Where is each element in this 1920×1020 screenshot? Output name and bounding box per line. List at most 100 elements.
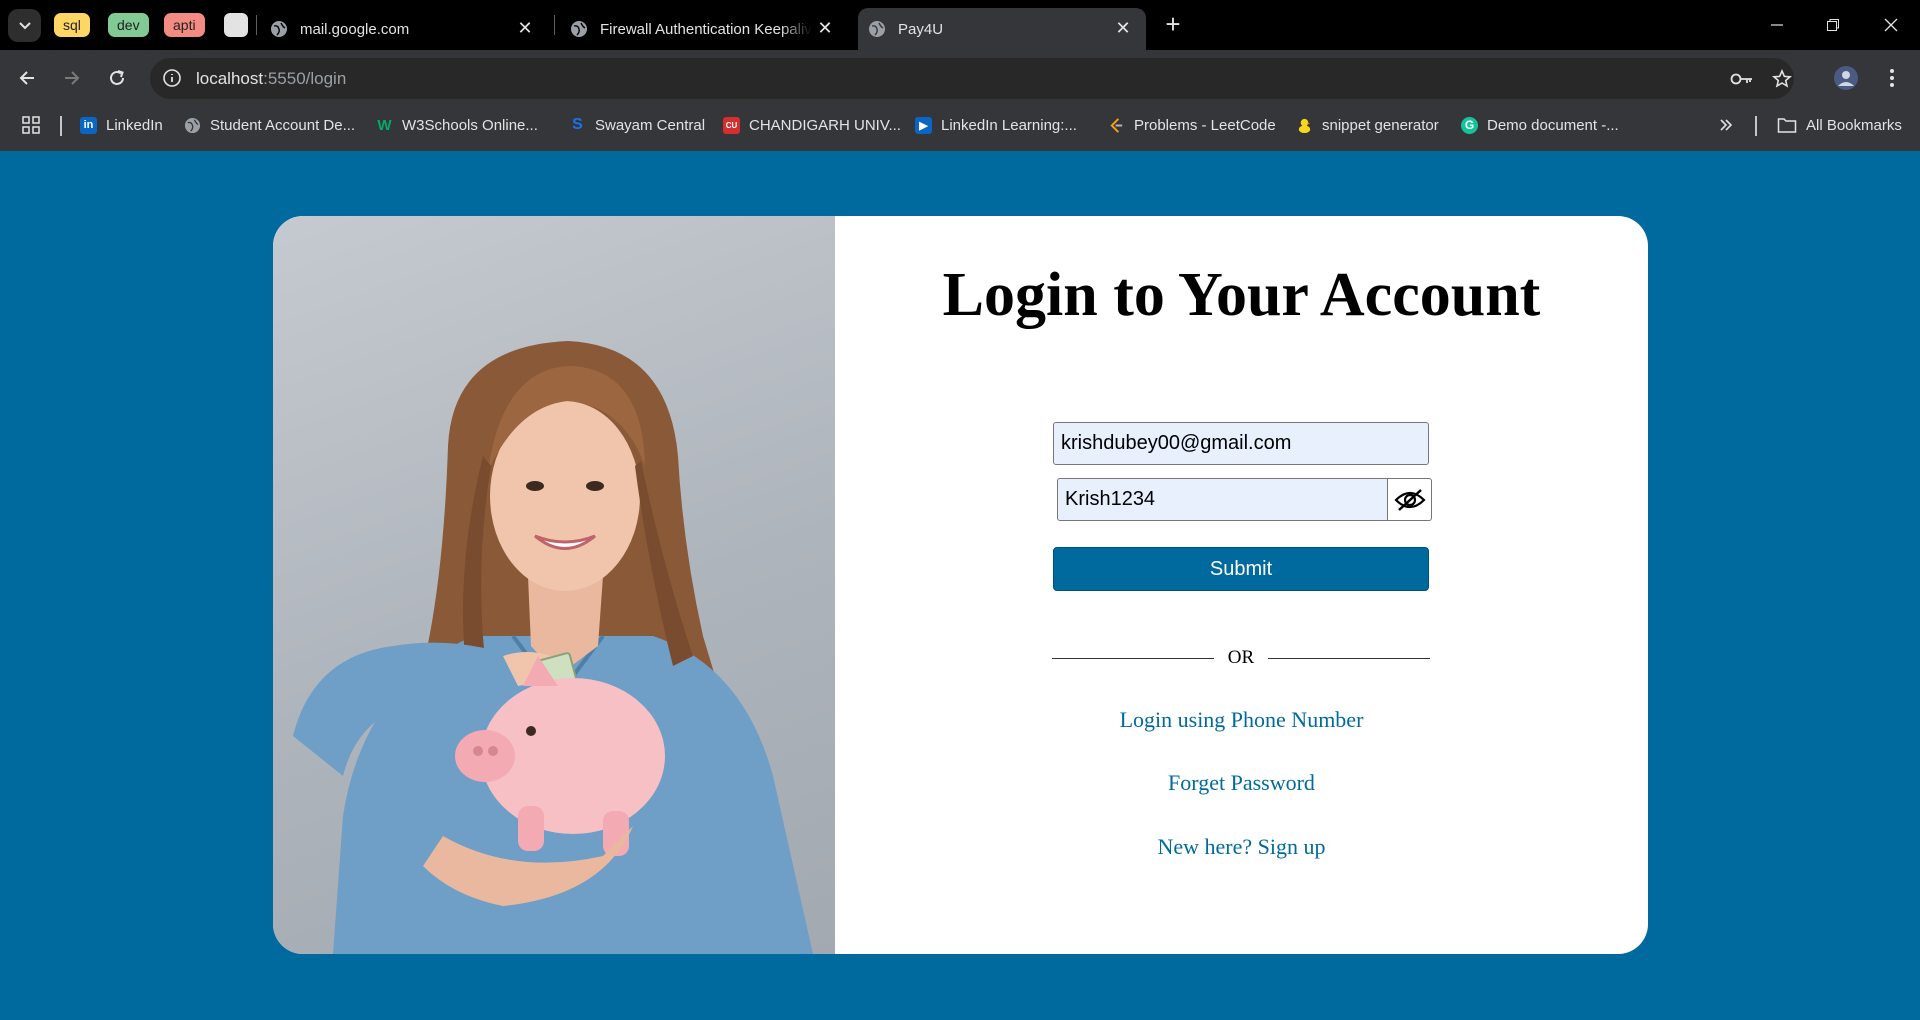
all-bookmarks-label: All Bookmarks (1806, 116, 1902, 134)
bookmark-star-button[interactable] (1770, 67, 1794, 91)
globe-icon (571, 21, 587, 37)
tab-pay4u[interactable]: Pay4U ✕ (858, 8, 1146, 50)
tab-divider (256, 15, 257, 35)
bookmark-label: LinkedIn Learning:... (941, 116, 1077, 134)
login-card: Login to Your Account krishdubey00@gmail… (273, 216, 1648, 954)
address-bar[interactable]: localhost:5550/login (150, 58, 1794, 99)
bookmark-student-account[interactable]: Student Account De... (184, 107, 355, 143)
apps-button[interactable] (21, 107, 41, 143)
tab-group-sql[interactable]: sql (54, 13, 90, 37)
tab-label: Pay4U (898, 20, 944, 38)
login-form-panel: Login to Your Account krishdubey00@gmail… (835, 216, 1648, 954)
tab-group-unnamed[interactable] (224, 13, 248, 37)
bookmark-swayam[interactable]: S Swayam Central (569, 107, 705, 143)
new-tab-button[interactable]: + (1160, 11, 1186, 38)
bookmark-label: W3Schools Online... (402, 116, 538, 134)
site-info-icon[interactable] (162, 68, 182, 88)
toggle-password-visibility-button[interactable] (1388, 478, 1432, 521)
bookmark-snippet-generator[interactable]: snippet generator (1296, 107, 1439, 143)
bookmark-label: Problems - LeetCode (1134, 116, 1276, 134)
globe-icon (271, 21, 287, 37)
w3schools-icon: W (377, 116, 392, 134)
bookmark-label: Student Account De... (210, 116, 356, 134)
url-text[interactable]: localhost:5550/login (196, 58, 346, 99)
reload-icon (110, 70, 124, 85)
browser-toolbar: localhost:5550/login (0, 50, 1920, 107)
tab-search-button[interactable] (8, 9, 41, 42)
profile-button[interactable] (1830, 62, 1862, 94)
tab-strip: sql dev apti mail.google.com ✕ Firewall … (0, 0, 1920, 50)
phone-login-link[interactable]: Login using Phone Number (835, 707, 1648, 733)
close-icon (1884, 18, 1898, 32)
or-divider: OR (1052, 646, 1430, 670)
swayam-icon: S (572, 116, 583, 133)
submit-button[interactable]: Submit (1053, 547, 1429, 591)
tab-firewall[interactable]: Firewall Authentication Keepalive ✕ (562, 8, 848, 50)
tab-group-apti[interactable]: apti (164, 13, 205, 37)
avatar (1834, 66, 1858, 90)
restore-button[interactable] (1818, 10, 1848, 40)
close-tab-icon[interactable]: ✕ (1114, 19, 1132, 37)
arrow-left-icon (19, 71, 34, 85)
tab-group-dev[interactable]: dev (108, 13, 149, 37)
bookmark-label: LinkedIn (106, 116, 163, 134)
minimize-button[interactable] (1762, 10, 1792, 40)
password-field[interactable]: Krish1234 (1057, 478, 1388, 521)
signup-row: New here? Sign up (835, 834, 1648, 860)
leetcode-icon (1110, 117, 1123, 133)
bookmark-divider (1755, 116, 1757, 136)
apps-grid-icon (22, 116, 40, 134)
globe-icon (869, 21, 885, 37)
tab-label: Firewall Authentication Keepalive (600, 20, 812, 38)
email-field[interactable]: krishdubey00@gmail.com (1053, 422, 1429, 465)
bookmark-chandigarh-univ[interactable]: CU CHANDIGARH UNIV... (723, 107, 901, 143)
star-icon (1772, 69, 1792, 88)
forget-password-link[interactable]: Forget Password (835, 770, 1648, 796)
linkedin-icon: in (80, 116, 97, 134)
forward-button[interactable] (56, 62, 88, 94)
tab-gmail[interactable]: mail.google.com ✕ (262, 8, 548, 50)
bookmark-label: CHANDIGARH UNIV... (749, 116, 901, 134)
bookmark-linkedin[interactable]: in LinkedIn (80, 107, 163, 143)
bookmark-label: Swayam Central (595, 116, 706, 134)
bookmarks-bar: in LinkedIn Student Account De... W W3Sc… (0, 107, 1920, 151)
close-tab-icon[interactable]: ✕ (816, 19, 834, 37)
new-here-text: New here? (1157, 834, 1253, 859)
bookmark-leetcode[interactable]: Problems - LeetCode (1108, 107, 1276, 143)
reload-button[interactable] (101, 62, 133, 94)
key-icon (1730, 73, 1752, 85)
linkedin-learning-icon: ▶ (915, 116, 932, 134)
close-window-button[interactable] (1876, 10, 1906, 40)
grammarly-icon: G (1461, 116, 1478, 134)
bookmark-linkedin-learning[interactable]: ▶ LinkedIn Learning:... (915, 107, 1077, 143)
arrow-right-icon (65, 71, 80, 85)
password-key-button[interactable] (1730, 67, 1754, 91)
woman-with-piggy-bank-illustration (293, 341, 813, 954)
close-tab-icon[interactable]: ✕ (516, 19, 534, 37)
minimize-icon (1771, 24, 1783, 26)
eye-slash-icon (1393, 488, 1426, 511)
url-path: :5550/login (263, 69, 347, 88)
url-host: localhost (196, 69, 264, 88)
bookmark-demo-document[interactable]: G Demo document -... (1461, 107, 1619, 143)
more-bookmarks-button[interactable] (1718, 107, 1734, 143)
all-bookmarks-button[interactable]: All Bookmarks (1777, 107, 1902, 143)
kebab-menu-icon (1890, 69, 1894, 87)
bookmark-label: Demo document -... (1487, 116, 1619, 134)
chevron-down-icon (18, 21, 31, 29)
double-chevron-right-icon (1720, 119, 1733, 131)
back-button[interactable] (11, 62, 43, 94)
folder-icon (1777, 118, 1797, 133)
signup-link[interactable]: Sign up (1258, 834, 1326, 859)
tab-label: mail.google.com (300, 20, 410, 38)
woman-piggy-bank-image (273, 216, 835, 954)
divider-line (1268, 658, 1430, 659)
duck-icon (1298, 118, 1311, 133)
cu-icon: CU (723, 116, 740, 134)
browser-menu-button[interactable] (1876, 62, 1908, 94)
bookmark-label: snippet generator (1322, 116, 1439, 134)
globe-icon (184, 117, 201, 133)
restore-icon (1827, 19, 1839, 31)
bookmark-w3schools[interactable]: W W3Schools Online... (376, 107, 538, 143)
tab-divider (554, 15, 555, 35)
